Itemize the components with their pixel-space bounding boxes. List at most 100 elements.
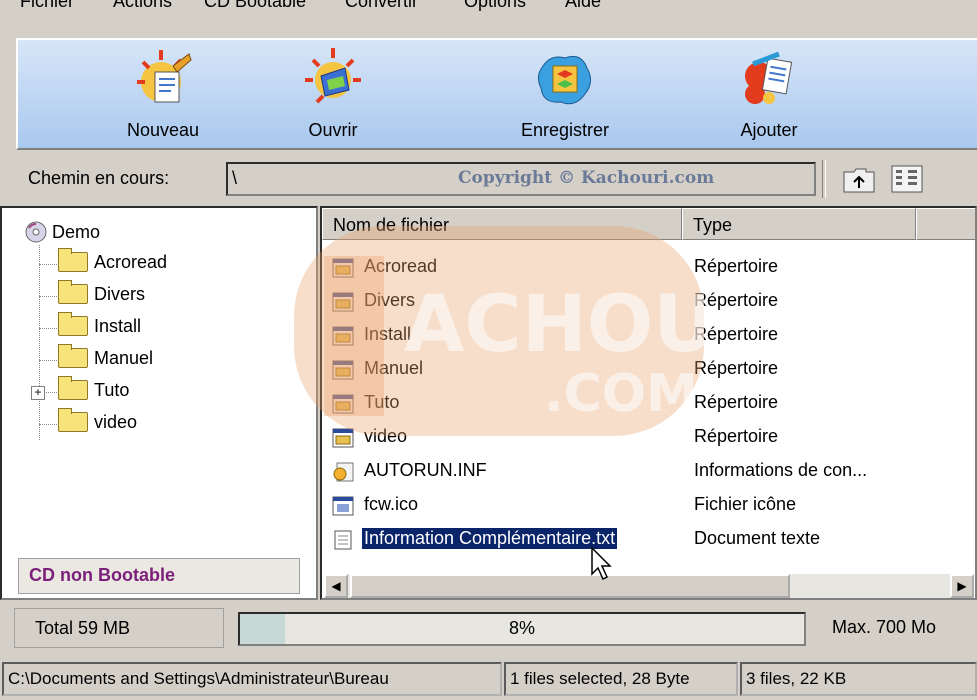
file-list: Nom de fichier Type Acroread Répertoire Di… [320,206,977,600]
status-selection: 1 files selected, 28 Byte [504,662,738,696]
new-button[interactable]: Nouveau [88,40,238,148]
capacity-percent: 8% [508,618,535,638]
main-toolbar: Nouveau Ouvrir Enregistrer Ajouter [16,38,977,150]
save-icon [537,55,591,105]
tree-item-label: Tuto [94,380,130,400]
status-count: 3 files, 22 KB [740,662,977,696]
max-size-label: Max. 700 Mo [832,617,937,637]
file-name: AUTORUN.INF [364,460,487,480]
file-row[interactable]: AUTORUN.INF Informations de con... [322,458,975,488]
file-type: Répertoire [694,358,779,378]
total-size-label: Total 59 MB [14,608,224,648]
file-type: Répertoire [694,290,779,310]
text-file-icon [334,530,352,550]
scroll-left-icon[interactable]: ◀ [324,574,348,598]
folder-icon [58,344,88,368]
folder-shortcut-icon [332,258,354,278]
folder-icon [58,408,88,432]
tree-item-label: Install [94,316,142,336]
folder-shortcut-icon [332,292,354,312]
folder-icon [58,280,88,304]
path-field[interactable]: \ Copyright © Kachouri.com [226,162,816,196]
add-button[interactable]: Ajouter [694,40,844,148]
column-header-type[interactable]: Type [682,208,916,240]
tree-connector [39,264,57,265]
tree-connector [39,245,40,440]
file-name: Manuel [364,358,424,378]
tree-item-label: Divers [94,284,146,304]
tree-root[interactable]: Demo [24,220,100,248]
folder-tree: Demo Acroread Divers Install Manuel + Tu… [0,206,318,600]
file-row[interactable]: fcw.ico Fichier icône [322,492,975,522]
folder-shortcut-icon [332,428,354,448]
tree-item-tuto[interactable]: Tuto [58,376,130,408]
menu-options[interactable]: Options [464,0,526,12]
tree-item-divers[interactable]: Divers [58,280,146,312]
file-type: Fichier icône [694,494,797,514]
tree-item-label: Acroread [94,252,168,272]
tree-item-label: video [94,412,138,432]
folder-icon [58,312,88,336]
scroll-right-icon[interactable]: ▶ [950,574,974,598]
tree-item-install[interactable]: Install [58,312,142,344]
file-type: Répertoire [694,426,779,446]
tree-connector [39,424,57,425]
column-header-empty [916,208,975,240]
file-name: Divers [364,290,416,310]
tree-item-label: Manuel [94,348,154,368]
open-button[interactable]: Ouvrir [258,40,408,148]
file-type: Répertoire [694,256,779,276]
file-row[interactable]: Manuel Répertoire [322,356,975,386]
file-name: Acroread [364,256,438,276]
tree-item-manuel[interactable]: Manuel [58,344,154,376]
save-button[interactable]: Enregistrer [490,40,640,148]
folder-shortcut-icon [332,360,354,380]
file-row[interactable]: Acroread Répertoire [322,254,975,284]
open-button-label: Ouvrir [308,120,358,140]
settings-file-icon [333,462,354,482]
toolbar-separator [822,160,826,198]
mouse-cursor-icon [591,546,612,581]
menu-actions[interactable]: Actions [113,0,172,12]
status-bar: C:\Documents and Settings\Administrateur… [0,656,977,700]
file-type: Document texte [694,528,821,548]
new-button-label: Nouveau [126,120,200,140]
file-row[interactable]: Divers Répertoire [322,288,975,318]
file-row[interactable]: Install Répertoire [322,322,975,352]
open-icon [305,48,361,104]
save-button-label: Enregistrer [520,120,610,140]
column-header-name[interactable]: Nom de fichier [322,208,682,240]
parent-folder-icon[interactable] [842,164,876,194]
menu-fichier[interactable]: Fichier [20,0,74,12]
horizontal-scrollbar[interactable]: ◀ ▶ [324,574,974,598]
tree-connector [39,296,57,297]
path-label: Chemin en cours: [28,168,170,188]
file-name: Install [364,324,412,344]
menu-cd-bootable[interactable]: CD Bootable [204,0,306,12]
path-bar: Chemin en cours: \ Copyright © Kachouri.… [16,154,977,204]
menu-convertir[interactable]: Convertir [345,0,418,12]
menu-aide[interactable]: Aide [565,0,601,12]
folder-shortcut-icon [332,394,354,414]
tree-item-acroread[interactable]: Acroread [58,248,168,280]
boot-status-label: CD non Bootable [18,558,300,594]
capacity-bar: Total 59 MB 8% Max. 700 Mo [0,604,977,652]
list-view-icon[interactable] [890,164,924,194]
capacity-progress: 8% [238,612,806,646]
file-type: Répertoire [694,392,779,412]
file-name: Information Complémentaire.txt [362,528,618,549]
scroll-thumb[interactable] [350,574,790,598]
file-row[interactable]: Tuto Répertoire [322,390,975,420]
new-icon [137,50,192,103]
file-row[interactable]: video Répertoire [322,424,975,454]
folder-icon [58,376,88,400]
path-value: \ [232,168,238,188]
file-type: Informations de con... [694,460,868,480]
expand-icon[interactable]: + [31,386,45,400]
file-name: Tuto [364,392,400,412]
icon-file-icon [332,496,354,516]
file-name: video [364,426,408,446]
tree-item-video[interactable]: video [58,408,138,440]
file-row[interactable]: Information Complémentaire.txt Document t… [322,526,975,556]
copyright-text: Copyright © Kachouri.com [458,168,715,188]
